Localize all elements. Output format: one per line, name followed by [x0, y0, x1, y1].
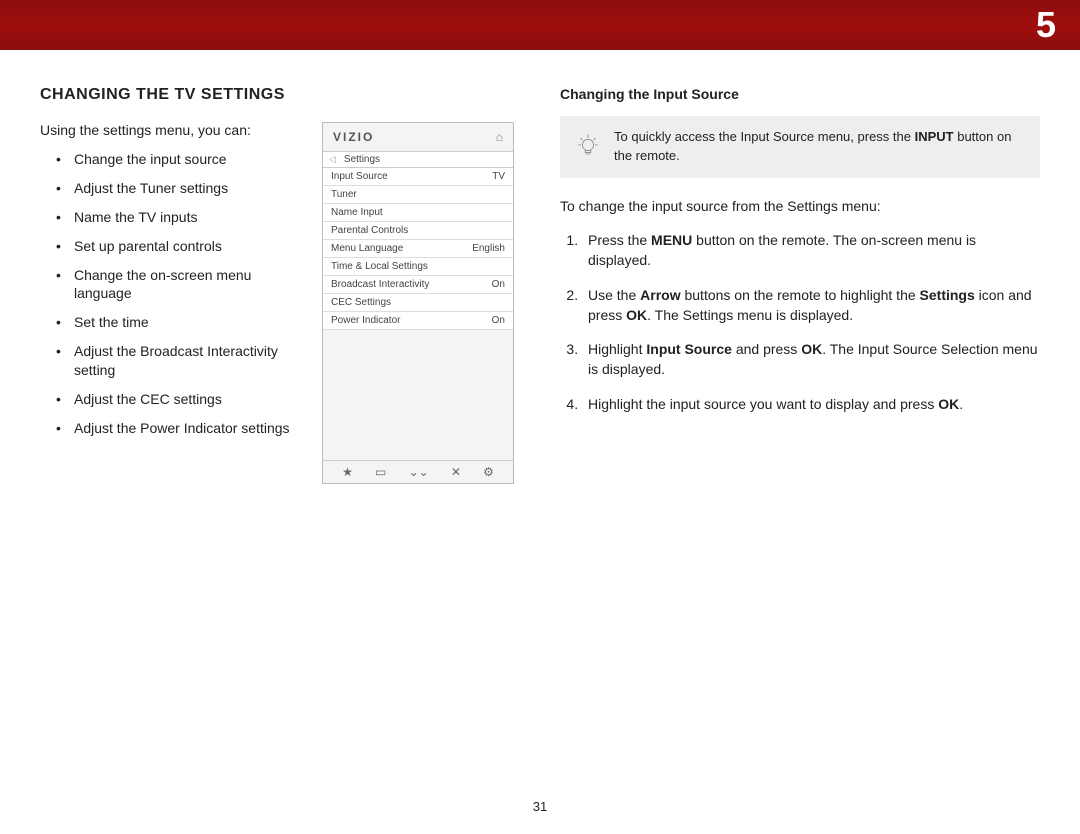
table-row: Name Input	[323, 204, 513, 222]
list-item: Set the time	[62, 313, 300, 332]
list-item: Highlight the input source you want to d…	[582, 394, 1040, 414]
list-item: Adjust the Power Indicator settings	[62, 419, 300, 438]
steps-list: Press the MENU button on the remote. The…	[560, 230, 1040, 414]
table-row: Power IndicatorOn	[323, 312, 513, 330]
tip-box: To quickly access the Input Source menu,…	[560, 116, 1040, 178]
star-icon: ★	[342, 465, 353, 479]
list-item: Highlight Input Source and press OK. The…	[582, 339, 1040, 380]
home-icon: ⌂	[496, 130, 503, 144]
table-row: Input SourceTV	[323, 168, 513, 186]
tip-text: To quickly access the Input Source menu,…	[614, 129, 1011, 163]
chapter-number: 5	[1036, 4, 1056, 46]
table-row: Time & Local Settings	[323, 258, 513, 276]
table-row: CEC Settings	[323, 294, 513, 312]
list-item: Press the MENU button on the remote. The…	[582, 230, 1040, 271]
section-title: CHANGING THE TV SETTINGS	[40, 86, 520, 104]
close-icon: ✕	[451, 465, 461, 479]
breadcrumb-label: Settings	[344, 154, 380, 165]
chapter-header: 5	[0, 0, 1080, 50]
lightbulb-icon	[574, 133, 602, 161]
tv-brand-logo: VIZIO	[333, 130, 374, 144]
table-row: Parental Controls	[323, 222, 513, 240]
list-item: Set up parental controls	[62, 237, 300, 256]
list-item: Use the Arrow buttons on the remote to h…	[582, 285, 1040, 326]
subsection-title: Changing the Input Source	[560, 86, 1040, 102]
table-row: Menu LanguageEnglish	[323, 240, 513, 258]
gear-icon: ⚙	[483, 465, 494, 479]
right-column: Changing the Input Source To quickly acc…	[560, 86, 1040, 484]
rect-icon: ▭	[375, 465, 386, 479]
table-row: Broadcast InteractivityOn	[323, 276, 513, 294]
page-number: 31	[533, 799, 547, 814]
list-item: Change the on-screen menu language	[62, 266, 300, 304]
page-body: CHANGING THE TV SETTINGS Using the setti…	[0, 50, 1080, 484]
tv-settings-panel: VIZIO ⌂ ◁ Settings Input SourceTV Tuner …	[322, 122, 514, 484]
back-triangle-icon: ◁	[329, 154, 336, 165]
chevron-down-icon: ⌄⌄	[409, 465, 429, 479]
list-item: Adjust the CEC settings	[62, 390, 300, 409]
list-item: Adjust the Broadcast Interactivity setti…	[62, 342, 300, 380]
bullet-list: Change the input source Adjust the Tuner…	[40, 150, 300, 438]
list-item: Name the TV inputs	[62, 208, 300, 227]
lead-text: To change the input source from the Sett…	[560, 196, 1040, 216]
intro-text: Using the settings menu, you can:	[40, 122, 300, 138]
breadcrumb: ◁ Settings	[323, 151, 513, 168]
table-row: Tuner	[323, 186, 513, 204]
list-item: Change the input source	[62, 150, 300, 169]
left-column: CHANGING THE TV SETTINGS Using the setti…	[40, 86, 520, 484]
list-item: Adjust the Tuner settings	[62, 179, 300, 198]
tv-bottom-bar: ★ ▭ ⌄⌄ ✕ ⚙	[323, 460, 513, 483]
